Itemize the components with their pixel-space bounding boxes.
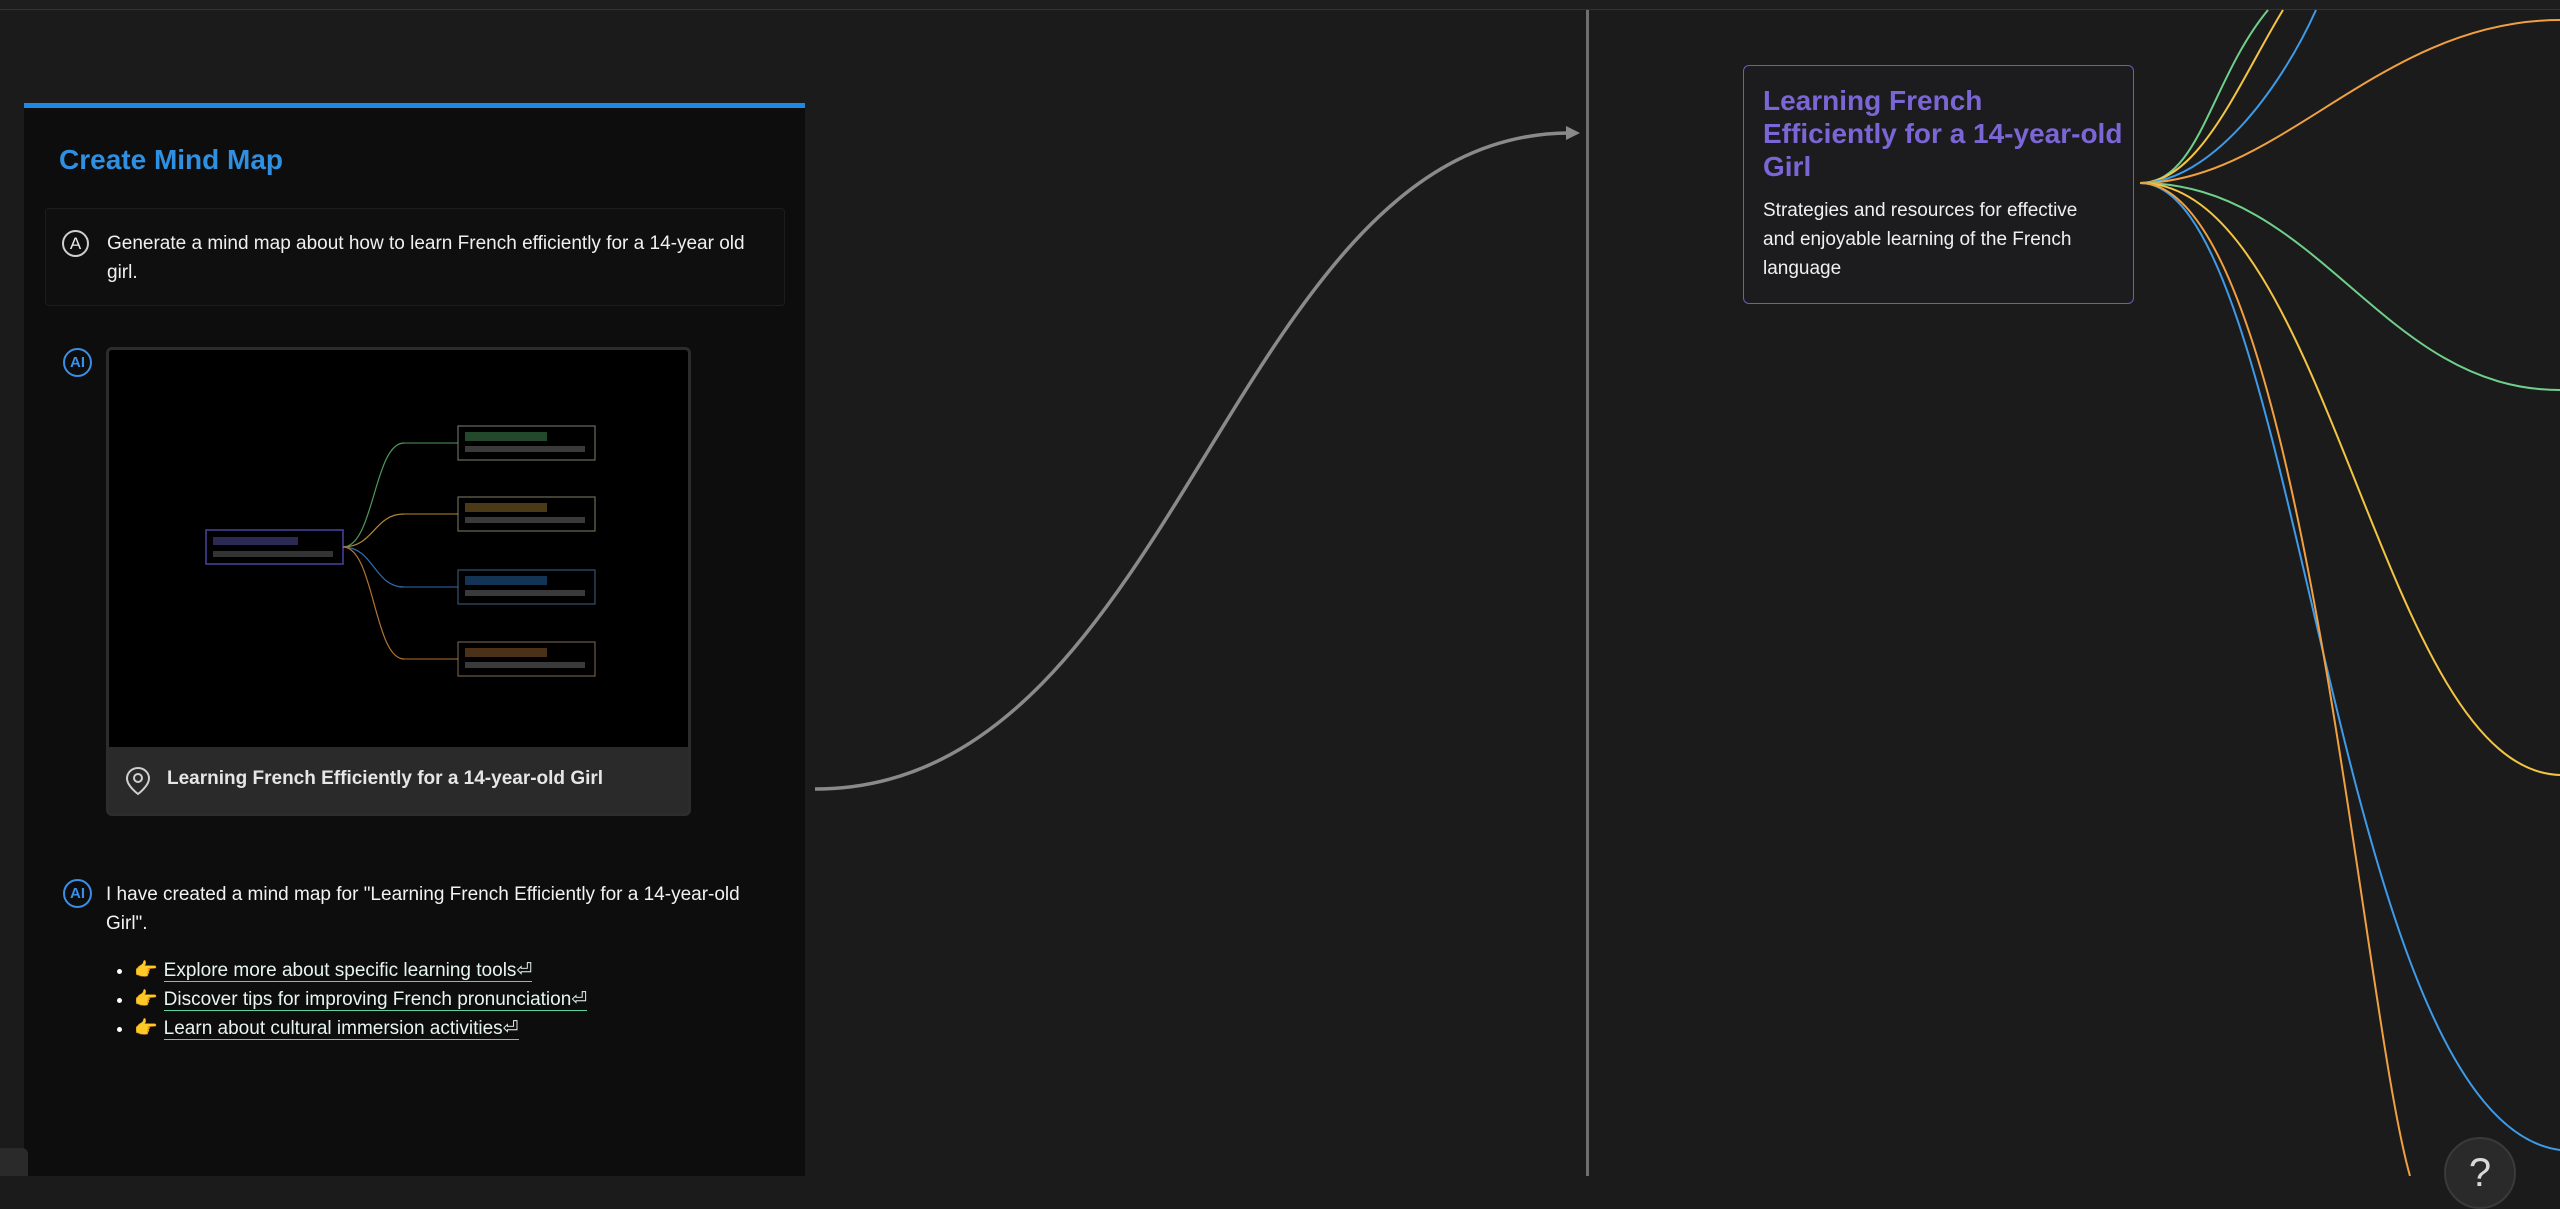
panel-divider[interactable] [1586, 10, 1589, 1176]
connector-curve [814, 131, 1571, 791]
branch-curve [2139, 19, 2560, 184]
branch-curve [2139, 182, 2560, 776]
canvas-connectors [814, 9, 2560, 1176]
corner-toggle-button[interactable] [0, 1148, 28, 1176]
help-button[interactable]: ? [2444, 1137, 2516, 1209]
branch-curve [2139, 9, 2269, 184]
branch-curve [2139, 9, 2284, 184]
root-node-description: Strategies and resources for effective a… [1763, 200, 2078, 279]
branch-curve [2139, 182, 2411, 1176]
branch-curve [2139, 182, 2560, 391]
root-node-title: Learning French Efficiently for a 14-yea… [1763, 85, 2123, 182]
branch-curve [2139, 9, 2317, 184]
connector-arrow [1566, 126, 1580, 140]
mindmap-root-node[interactable]: Learning French Efficiently for a 14-yea… [1743, 65, 2134, 304]
branch-curve [2139, 182, 2560, 1151]
